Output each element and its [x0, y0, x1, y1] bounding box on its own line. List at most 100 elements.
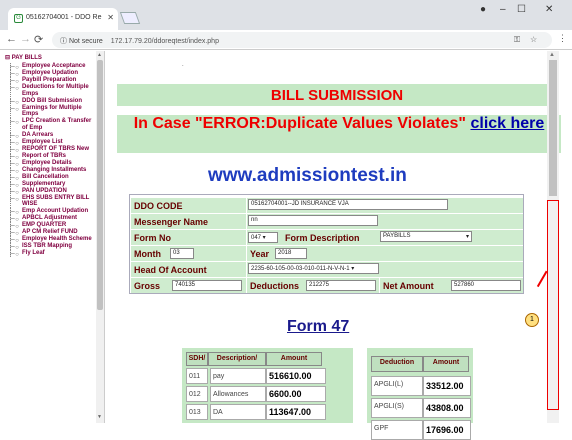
table-cell: 113647.00: [266, 404, 326, 420]
click-here-link[interactable]: click here: [470, 115, 544, 132]
sidebar-item-label: Employee List: [22, 138, 63, 145]
sidebar-item-label: DDO Bill Submission: [22, 97, 83, 104]
scroll-up-icon[interactable]: ▲: [549, 52, 555, 58]
sidebar-item-label: Employee Details: [22, 159, 72, 166]
sidebar-scroll-up-icon[interactable]: ▲: [97, 52, 102, 58]
sidebar-item[interactable]: ⊢○ PAN UPDATION: [8, 187, 96, 196]
year-input[interactable]: 2018: [275, 248, 307, 259]
sidebar-item[interactable]: ⊢○ Employee Updation: [8, 69, 96, 78]
minimize-icon[interactable]: –: [500, 4, 506, 15]
table-cell: Allowances: [210, 386, 266, 402]
browser-tab[interactable]: G 05162704001 - DDO Re ✕: [8, 8, 118, 30]
sidebar-item-label: Report of TBRs: [22, 152, 66, 159]
forward-icon[interactable]: →: [20, 33, 31, 45]
page-favicon-icon: G: [14, 14, 23, 23]
sidebar-item-label: Employee Updation: [22, 69, 79, 76]
sidebar-item[interactable]: ⊢○ Deductions for Multiple Emps: [8, 83, 96, 98]
browser-toolbar: ← → ⟳ ⓘ Not secure 172.17.79.20/ddoreqte…: [0, 30, 572, 50]
tree-node-icon: ⊢○: [10, 85, 19, 92]
sidebar-item-label: Employee Acceptance: [22, 63, 86, 69]
sidebar-item[interactable]: ⊢○ Earnings for Multiple Emps: [8, 104, 96, 118]
annotation-marker: 1: [525, 313, 539, 327]
tree-node-icon: ⊢○: [10, 106, 19, 113]
table-cell: 011: [186, 368, 208, 384]
page-title: BILL SUBMISSION: [117, 84, 557, 106]
sidebar-item[interactable]: ⊢○ APBCL Adjustment: [8, 215, 96, 223]
page-scroll-thumb[interactable]: [549, 60, 557, 196]
sidebar-item[interactable]: ⊢○ REPORT OF TBRS New: [8, 145, 96, 154]
sidebar-item[interactable]: ⊢○ Employe Health Scheme: [8, 236, 96, 244]
ddo-code-input[interactable]: 05162704001--JD INSURANCE VJA: [248, 199, 448, 210]
sidebar-item[interactable]: ⊢○ Supplementary: [8, 180, 96, 189]
error-notice: In Case "ERROR:Duplicate Values Violates…: [117, 115, 561, 153]
hoa-select[interactable]: 2235-60-105-00-03-010-011-N-V-N-1 ▾: [248, 263, 379, 274]
sidebar-item-label: APBCL Adjustment: [22, 215, 78, 222]
sidebar-item[interactable]: ⊢○ AP CM Relief FUND: [8, 229, 96, 237]
earnings-table: SDH/ Description/ Amount 011 pay 516610.…: [182, 348, 353, 423]
sidebar-item[interactable]: ⊢○ Employee Details: [8, 159, 96, 168]
account-icon[interactable]: ●: [480, 4, 486, 15]
table-cell: DA: [210, 404, 266, 420]
url-text: 172.17.79.20/ddoreqtest/index.php: [110, 38, 219, 45]
table-cell: pay: [210, 368, 266, 384]
sidebar-item[interactable]: ⊢○ DDO Bill Submission: [8, 97, 96, 106]
reload-icon[interactable]: ⟳: [34, 33, 43, 46]
gross-input[interactable]: 740135: [172, 280, 242, 291]
tree-root[interactable]: ⊟ PAY BILLS: [5, 54, 42, 61]
deductions-table: Deduction Amount APGLI(L) 33512.00 APGLI…: [367, 348, 473, 440]
close-window-icon[interactable]: ✕: [545, 4, 553, 15]
sidebar-item[interactable]: ⊢○ LPC Creation & Transfer of Emp: [8, 118, 96, 132]
net-input[interactable]: 527860: [451, 280, 521, 291]
sidebar-item[interactable]: ⊢○ Changing Installments: [8, 166, 96, 175]
month-input[interactable]: 03: [170, 248, 194, 259]
form-desc-label: Form Description: [285, 233, 360, 243]
sidebar-scroll-thumb[interactable]: [97, 60, 103, 310]
table-cell: 43808.00: [423, 398, 471, 418]
sidebar-item-label: Emp Account Updation: [22, 208, 89, 215]
info-icon: ⓘ: [60, 38, 69, 45]
sidebar-item[interactable]: ⊢○ ISS TBR Mapping: [8, 243, 96, 251]
sidebar-item[interactable]: ⊢○ EMP QUARTER: [8, 222, 96, 230]
table-cell: APGLI(L): [371, 376, 423, 396]
sidebar-item-label: Employe Health Scheme: [22, 236, 92, 243]
sidebar-item[interactable]: ⊢○ Fly Leaf: [8, 250, 96, 258]
table-cell: 17696.00: [423, 420, 471, 440]
sidebar-item-label: EMP QUARTER: [22, 222, 67, 229]
table-cell: 6600.00: [266, 386, 326, 402]
col-header: Deduction: [371, 356, 423, 372]
year-label: Year: [250, 249, 270, 259]
sidebar-item[interactable]: ⊢○ Employee Acceptance: [8, 63, 96, 71]
sidebar-item[interactable]: ⊢○ Employee List: [8, 138, 96, 147]
maximize-icon[interactable]: ☐: [517, 4, 526, 15]
sidebar-item[interactable]: ⊢○ Paybill Preparation: [8, 76, 96, 85]
sidebar-item[interactable]: ⊢○ DA Arrears: [8, 131, 96, 140]
ddo-code-label: DDO CODE: [131, 198, 246, 213]
sidebar-item-label: Fly Leaf: [22, 250, 45, 257]
form-desc-select[interactable]: PAYBILLS ▾: [380, 231, 472, 242]
back-icon[interactable]: ←: [6, 33, 17, 45]
sidebar-scroll-down-icon[interactable]: ▼: [97, 414, 102, 420]
sidebar-item-label: LPC Creation & Transfer of Emp: [22, 118, 92, 131]
error-text: In Case "ERROR:Duplicate Values Violates…: [133, 115, 467, 132]
hoa-value: 2235-60-105-00-03-010-011-N-V-N-1: [251, 266, 350, 272]
sidebar-item[interactable]: ⊢○ Emp Account Updation: [8, 208, 96, 216]
key-icon[interactable]: ⚿: [514, 35, 520, 45]
sidebar-item[interactable]: ⊢○ EHS SUBS ENTRY BILL WISE: [8, 194, 96, 208]
menu-icon[interactable]: ⋮: [558, 33, 567, 44]
tab-close-icon[interactable]: ✕: [107, 13, 114, 22]
sidebar-item-label: Paybill Preparation: [22, 76, 77, 83]
deductions-input[interactable]: 212275: [306, 280, 376, 291]
tree-root-label: PAY BILLS: [11, 55, 42, 61]
sidebar-tree: ⊟ PAY BILLS ⊢○ Employee Acceptance ⊢○ Emplo…: [0, 51, 105, 423]
table-cell: 013: [186, 404, 208, 420]
form-heading: Form 47: [287, 318, 350, 335]
new-tab-button[interactable]: [119, 12, 141, 24]
sidebar-item[interactable]: ⊢○ Bill Cancellation: [8, 173, 96, 182]
address-bar[interactable]: ⓘ Not secure 172.17.79.20/ddoreqtest/ind…: [52, 32, 552, 48]
sidebar-item[interactable]: ⊢○ Report of TBRs: [8, 152, 96, 161]
table-cell: 33512.00: [423, 376, 471, 396]
messenger-input[interactable]: nn: [248, 215, 378, 226]
sidebar-item-label: ISS TBR Mapping: [22, 243, 72, 250]
bookmark-star-icon[interactable]: ☆: [530, 35, 537, 44]
form-no-select[interactable]: 047 ▾: [248, 232, 278, 243]
